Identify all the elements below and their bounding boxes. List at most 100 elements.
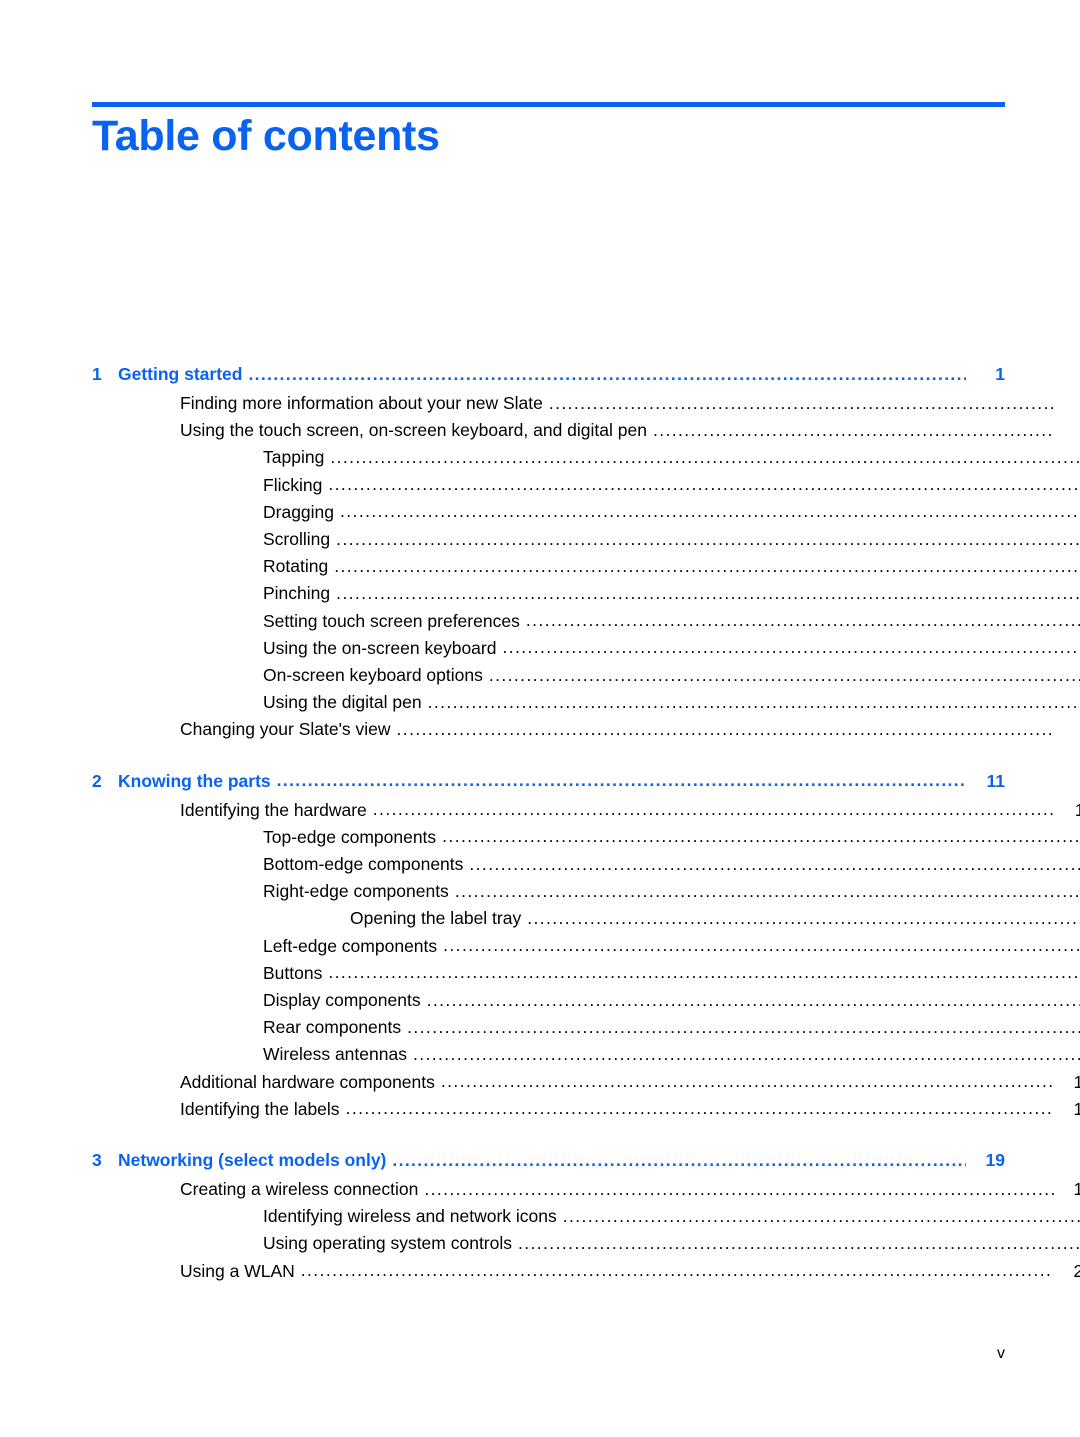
toc-leader-dots: ........................................… (440, 1071, 1054, 1092)
toc-entry-page-number: 17 (1073, 1071, 1080, 1092)
toc-leader-dots: ........................................… (424, 1178, 1054, 1199)
toc-chapter-title: Getting started (118, 364, 243, 384)
toc-entry[interactable]: Creating a wireless connection..........… (92, 1176, 1080, 1203)
toc-entry[interactable]: Buttons.................................… (92, 960, 1080, 987)
title-rule (92, 102, 1005, 107)
toc-leader-dots: ........................................… (652, 419, 1054, 440)
toc-entry-label: Finding more information about your new … (180, 393, 543, 413)
toc-entry[interactable]: Dragging................................… (92, 499, 1080, 526)
toc-entry-label: Rear components (263, 1017, 402, 1038)
toc-chapter-entry[interactable]: 3 Networking (select models only)........… (92, 1144, 1005, 1176)
toc-entry-page-number: 19 (1073, 1179, 1080, 1200)
toc-entry-label: Creating a wireless connection (180, 1179, 419, 1200)
toc-leader-dots: ........................................… (340, 501, 1080, 522)
toc-leader-dots: ........................................… (525, 610, 1080, 631)
toc-entry-label: Tapping (263, 447, 325, 468)
toc-entry-label: Wireless antennas (263, 1044, 407, 1065)
toc-leader-dots: ........................................… (454, 880, 1080, 901)
toc-entry-label: On-screen keyboard options (263, 665, 483, 686)
toc-entry[interactable]: Rotating................................… (92, 553, 1080, 580)
toc-entry[interactable]: Using the digital pen...................… (92, 689, 1080, 716)
toc-entry-page-number: 9 (1054, 716, 1080, 743)
toc-entry-label: Using the digital pen (263, 692, 422, 713)
toc-leader-dots: ........................................… (248, 363, 966, 384)
toc-leader-dots: ........................................… (330, 446, 1080, 467)
toc-leader-dots: ........................................… (488, 664, 1080, 685)
toc-entry[interactable]: Using the touch screen, on-screen keyboa… (92, 417, 1080, 444)
toc-entry[interactable]: Setting touch screen preferences........… (92, 608, 1080, 635)
toc-leader-dots: ........................................… (426, 989, 1080, 1010)
page-title: Table of contents (92, 112, 440, 160)
toc-leader-dots: ........................................… (334, 555, 1080, 576)
toc-entry[interactable]: Display components......................… (92, 987, 1080, 1014)
footer-page-number: v (997, 1345, 1005, 1362)
toc-entry-label: Right-edge components (263, 881, 449, 902)
toc-leader-dots: ........................................… (336, 528, 1080, 549)
toc-entry-label: Using the touch screen, on-screen keyboa… (180, 420, 647, 441)
toc-entry-label: Using a WLAN (180, 1260, 295, 1281)
toc-leader-dots: ........................................… (336, 582, 1080, 603)
toc-entry[interactable]: Left-edge components....................… (92, 933, 1080, 960)
toc-entry-label: Flicking (263, 474, 323, 495)
toc-entry-label: Bottom-edge components (263, 854, 464, 875)
toc-entry-label: Display components (263, 990, 421, 1011)
toc-entry-label: Top-edge components (263, 826, 437, 847)
toc-leader-dots: ........................................… (300, 1260, 1054, 1281)
toc-chapter-entry[interactable]: 2 Knowing the parts......................… (92, 765, 1005, 797)
toc-leader-dots: ........................................… (502, 637, 1080, 658)
toc-entry[interactable]: Right-edge components...................… (92, 878, 1080, 905)
toc-leader-dots: ........................................… (392, 1149, 966, 1170)
toc-entry-label: Using operating system controls (263, 1233, 512, 1254)
toc-leader-dots: ........................................… (527, 907, 1080, 928)
toc-entry[interactable]: Using the on-screen keyboard............… (92, 635, 1080, 662)
toc-entry[interactable]: Using operating system controls.........… (92, 1230, 1080, 1257)
toc-chapter-entry[interactable]: 1 Getting started........................… (92, 358, 1005, 390)
toc-leader-dots: ........................................… (562, 1205, 1080, 1226)
toc-entry[interactable]: Top-edge components.....................… (92, 824, 1080, 851)
toc-entry-label: Pinching (263, 583, 331, 604)
toc-entry-label: Scrolling (263, 529, 331, 550)
toc-chapter-group: 1 Getting started........................… (92, 358, 1080, 744)
toc-entry[interactable]: On-screen keyboard options..............… (92, 662, 1080, 689)
toc-entry[interactable]: Identifying wireless and network icons..… (92, 1203, 1080, 1230)
toc-entry[interactable]: Changing your Slate's view..............… (92, 716, 1080, 743)
toc-entry[interactable]: Identifying the labels..................… (92, 1096, 1080, 1123)
toc-leader-dots: ........................................… (443, 935, 1080, 956)
toc-chapter-title: Knowing the parts (118, 770, 271, 791)
toc-leader-dots: ........................................… (407, 1016, 1080, 1037)
toc-entry[interactable]: Bottom-edge components..................… (92, 851, 1080, 878)
toc-entry-page-number: 17 (1073, 1098, 1080, 1119)
toc-leader-dots: ........................................… (442, 826, 1080, 847)
toc-chapter-page-number: 1 (995, 364, 1005, 384)
toc-entry-label: Left-edge components (263, 935, 438, 956)
toc-entry-label: Rotating (263, 556, 329, 577)
toc-entry[interactable]: Tapping.................................… (92, 444, 1080, 471)
toc-entry-label: Identifying the labels (180, 1098, 340, 1119)
toc-leader-dots: ........................................… (345, 1098, 1054, 1119)
table-of-contents: 1 Getting started........................… (92, 358, 1080, 1285)
toc-leader-dots: ........................................… (427, 691, 1080, 712)
toc-leader-dots: ........................................… (328, 962, 1080, 983)
toc-entry[interactable]: Using a WLAN............................… (92, 1258, 1080, 1285)
toc-entry[interactable]: Wireless antennas.......................… (92, 1041, 1080, 1068)
toc-entry-label: Setting touch screen preferences (263, 610, 520, 631)
toc-leader-dots: ........................................… (396, 718, 1054, 739)
toc-chapter-page-number: 19 (985, 1150, 1005, 1171)
toc-entry[interactable]: Opening the label tray..................… (92, 905, 1080, 932)
toc-entry[interactable]: Additional hardware components..........… (92, 1069, 1080, 1096)
toc-entry[interactable]: Finding more information about your new … (92, 390, 1080, 417)
toc-chapter-number: 3 (92, 1150, 102, 1171)
toc-entry[interactable]: Scrolling...............................… (92, 526, 1080, 553)
toc-chapter-number: 2 (92, 770, 102, 791)
toc-entry[interactable]: Identifying the hardware................… (92, 797, 1080, 824)
toc-entry[interactable]: Flicking................................… (92, 472, 1080, 499)
toc-entry-page-number: 3 (1054, 417, 1080, 444)
toc-entry[interactable]: Pinching................................… (92, 580, 1080, 607)
toc-leader-dots: ........................................… (328, 474, 1080, 495)
toc-entry-page-number: 20 (1073, 1260, 1080, 1281)
toc-leader-dots: ........................................… (412, 1043, 1080, 1064)
toc-chapter-title: Networking (select models only) (118, 1150, 387, 1171)
toc-entry-label: Additional hardware components (180, 1071, 435, 1092)
toc-chapter-group: 2 Knowing the parts......................… (92, 765, 1080, 1123)
toc-entry[interactable]: Rear components.........................… (92, 1014, 1080, 1041)
